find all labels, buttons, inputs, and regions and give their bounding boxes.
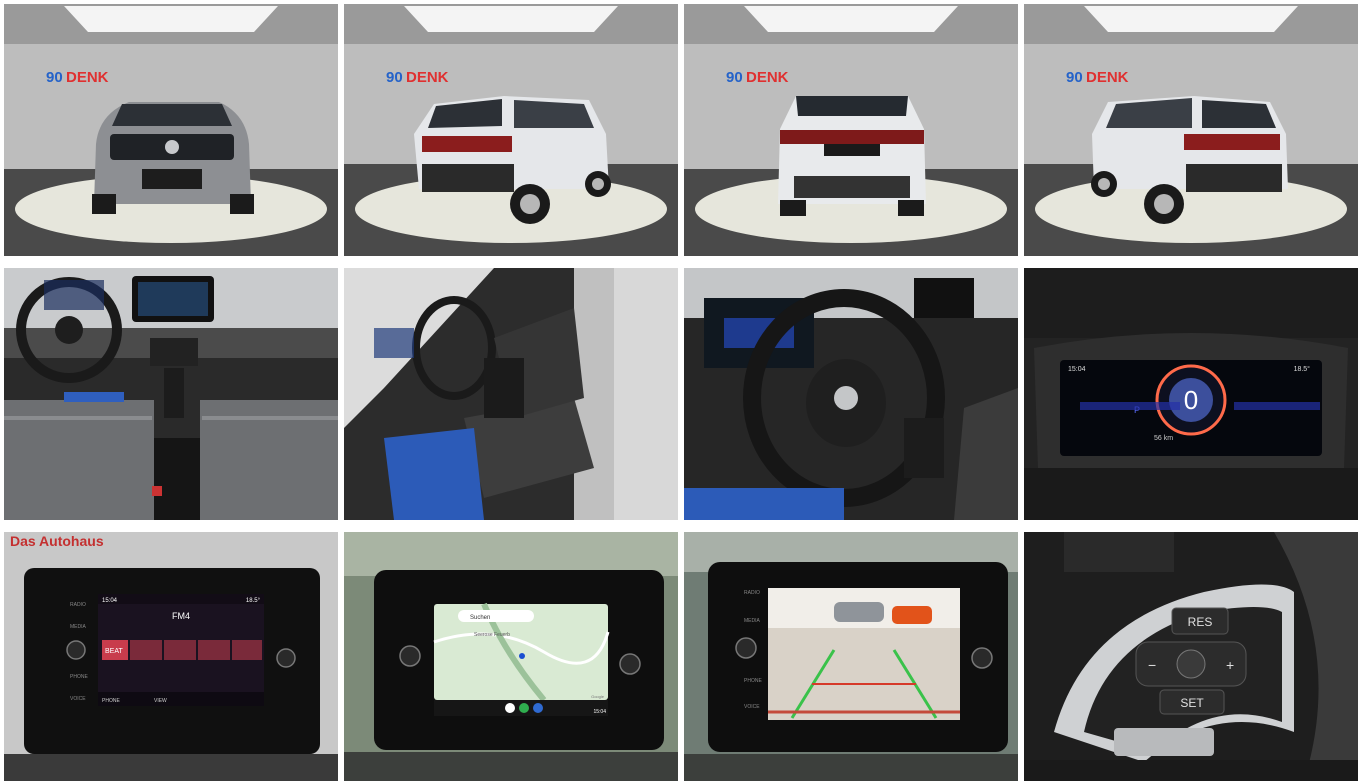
logo-tagline: Das Autohaus (10, 533, 104, 549)
photo-rear-exterior[interactable]: 90 DENK (684, 4, 1018, 256)
logo-name: DENK (66, 69, 109, 86)
dashboard-overview-image (4, 268, 338, 520)
rear-three-quarter-left-image: 90 DENK (1024, 4, 1358, 256)
logo-name: DENK (406, 69, 449, 86)
set-button-label: SET (1180, 696, 1204, 710)
infotainment-radio-image: Das Autohaus 15:04 18.5° FM4 BEAT PHONE … (4, 532, 338, 781)
nav-place: Seerose Feuerb (474, 632, 510, 638)
cluster-temp: 18.5° (1294, 365, 1311, 373)
front-seat-interior-image (344, 268, 678, 520)
logo-name: DENK (1086, 69, 1129, 86)
photo-rear-three-quarter-left[interactable]: 90 DENK (1024, 4, 1358, 256)
infotainment-navigation-image: Suchen Seerose Feuerb Google 15:04 (344, 532, 678, 781)
photo-digital-instrument-cluster[interactable]: 0 15:04 18.5° P 56 km (1024, 268, 1358, 520)
photo-rear-view-camera[interactable]: RADIO MEDIA PHONE VOICE (684, 532, 1018, 781)
minus-button-label: − (1148, 657, 1156, 673)
camera-side-3: VOICE (744, 704, 760, 710)
rear-view-camera-image: RADIO MEDIA PHONE VOICE (684, 532, 1018, 781)
photo-steering-wheel-controls[interactable]: RES − + SET (1024, 532, 1358, 781)
cluster-range: 56 km (1154, 435, 1173, 442)
nav-search: Suchen (470, 615, 490, 621)
steering-wheel-interior-image (684, 268, 1018, 520)
digital-instrument-cluster-image: 0 15:04 18.5° P 56 km (1024, 268, 1358, 520)
radio-side-2: PHONE (70, 674, 88, 680)
plus-button-label: + (1226, 657, 1234, 673)
logo-name: DENK (746, 69, 789, 86)
logo-number: 90 (46, 69, 63, 86)
photo-rear-three-quarter-right[interactable]: 90 DENK (344, 4, 678, 256)
res-button-label: RES (1188, 615, 1213, 629)
steering-wheel-controls-image: RES − + SET (1024, 532, 1358, 781)
photo-infotainment-navigation[interactable]: Suchen Seerose Feuerb Google 15:04 (344, 532, 678, 781)
photo-front-exterior[interactable]: 90 DENK (4, 4, 338, 256)
rear-exterior-image: 90 DENK (684, 4, 1018, 256)
radio-bottom-0: PHONE (102, 698, 120, 704)
camera-side-0: RADIO (744, 590, 760, 596)
radio-preset: BEAT (105, 648, 123, 655)
nav-time: 15:04 (593, 709, 606, 715)
front-exterior-image: 90 DENK (4, 4, 338, 256)
logo-number: 90 (726, 69, 743, 86)
photo-front-seat-interior[interactable] (344, 268, 678, 520)
camera-side-2: PHONE (744, 678, 762, 684)
logo-number: 90 (1066, 69, 1083, 86)
cluster-speed: 0 (1184, 385, 1198, 415)
radio-side-1: MEDIA (70, 624, 87, 630)
rear-three-quarter-right-image: 90 DENK (344, 4, 678, 256)
nav-maps-brand: Google (591, 694, 605, 699)
photo-infotainment-radio[interactable]: Das Autohaus 15:04 18.5° FM4 BEAT PHONE … (4, 532, 338, 781)
photo-dashboard-overview[interactable] (4, 268, 338, 520)
cluster-time: 15:04 (1068, 366, 1086, 373)
radio-bottom-1: VIEW (154, 698, 167, 704)
radio-temp: 18.5° (246, 598, 261, 604)
radio-side-0: RADIO (70, 602, 86, 608)
radio-side-3: VOICE (70, 696, 86, 702)
photo-gallery: 90 DENK 90 DENK 90 DENK 90 DENK 0 15:04 … (0, 0, 1365, 781)
logo-number: 90 (386, 69, 403, 86)
radio-time: 15:04 (102, 598, 118, 604)
radio-station: FM4 (172, 611, 190, 621)
camera-side-1: MEDIA (744, 618, 761, 624)
photo-steering-wheel-interior[interactable] (684, 268, 1018, 520)
